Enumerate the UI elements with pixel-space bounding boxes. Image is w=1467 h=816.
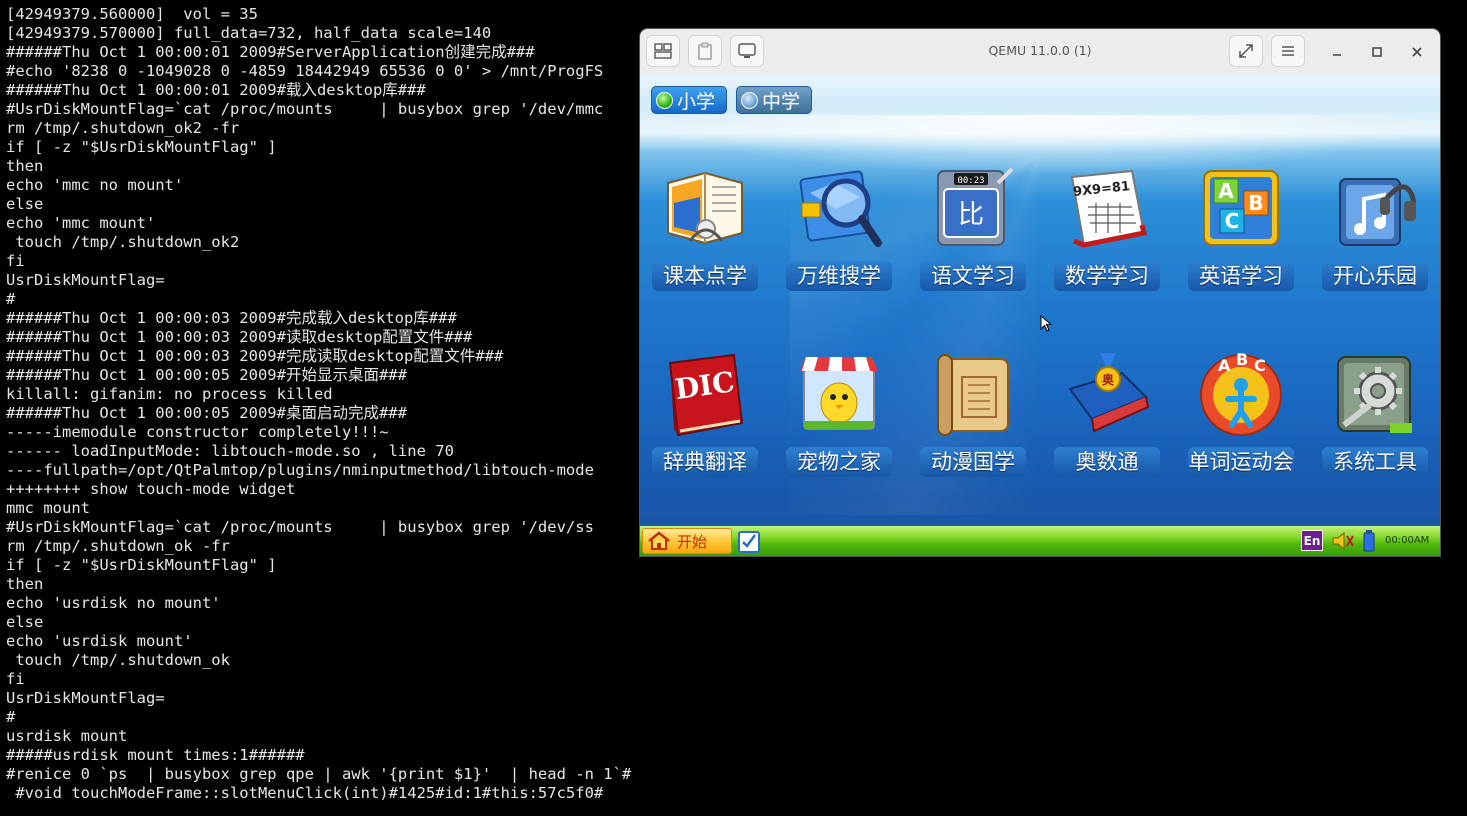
start-button[interactable]: 开始 <box>642 528 732 554</box>
menu-icon[interactable] <box>1271 35 1305 67</box>
app-web-search[interactable]: 万维搜学 <box>784 163 894 313</box>
app-olympiad-math[interactable]: 奥 奥数通 <box>1052 349 1162 499</box>
qemu-window[interactable]: QEMU 11.0.0 (1) 小学 中学 课本点学 万维搜学 00:23 比 … <box>640 29 1440 556</box>
notepad-icon[interactable] <box>738 529 760 553</box>
app-pet-home[interactable]: 宠物之家 <box>784 349 894 499</box>
app-math[interactable]: 9X9=81 数学学习 <box>1052 163 1162 313</box>
medal-book-icon: 奥 <box>1068 353 1150 433</box>
terminal-line: usrdisk mount <box>6 727 128 745</box>
math-book-icon: 9X9=81 <box>1070 169 1148 248</box>
music-headphones-icon <box>1339 178 1417 246</box>
scroll-icon <box>937 354 1009 436</box>
magnifier-icon <box>799 170 882 247</box>
app-label: 动漫国学 <box>920 447 1026 477</box>
app-dictionary[interactable]: DIC 辞典翻译 <box>650 349 760 499</box>
gear-tools-icon <box>1337 356 1412 433</box>
app-label: 单词运动会 <box>1188 447 1294 477</box>
maximize-icon[interactable] <box>1367 42 1387 62</box>
app-label: 课本点学 <box>652 261 758 291</box>
input-method-indicator[interactable]: En <box>1301 530 1323 551</box>
guest-screen[interactable]: 小学 中学 课本点学 万维搜学 00:23 比 语文学习 9X9=81 数学学习… <box>640 75 1440 556</box>
pet-chick-icon <box>800 357 878 430</box>
mouse-cursor-icon <box>1040 315 1053 332</box>
dictionary-icon: DIC <box>668 353 744 437</box>
terminal-line: else <box>6 613 44 631</box>
app-label: 奥数通 <box>1054 447 1160 477</box>
app-chinese[interactable]: 00:23 比 语文学习 <box>918 163 1028 313</box>
terminal-line: echo 'usrdisk mount' <box>6 632 193 650</box>
app-label: 系统工具 <box>1322 447 1428 477</box>
app-fun-park[interactable]: 开心乐园 <box>1320 163 1430 313</box>
app-label: 数学学习 <box>1054 261 1160 291</box>
app-anime-classics[interactable]: 动漫国学 <box>918 349 1028 499</box>
app-textbook[interactable]: 课本点学 <box>650 163 760 313</box>
svg-text:比: 比 <box>958 200 984 230</box>
svg-text:B: B <box>1236 350 1248 369</box>
start-label: 开始 <box>677 532 708 551</box>
app-label: 英语学习 <box>1188 261 1294 291</box>
app-word-sports[interactable]: A B C 单词运动会 <box>1186 349 1296 499</box>
terminal-line: #void touchModeFrame::slotMenuClick(int)… <box>6 784 604 802</box>
terminal-line: #####usrdisk mount times:1###### <box>6 746 305 764</box>
radio-unselected-icon <box>741 91 758 109</box>
app-system-tools[interactable]: 系统工具 <box>1320 349 1430 499</box>
terminal-line: touch /tmp/.shutdown_ok <box>6 651 230 669</box>
volume-muted-icon[interactable] <box>1331 530 1355 552</box>
terminal-line: #renice 0 `ps | busybox grep qpe | awk '… <box>6 765 632 783</box>
close-icon[interactable] <box>1407 42 1427 62</box>
svg-text:A: A <box>1218 179 1234 203</box>
svg-text:A: A <box>1218 356 1231 375</box>
terminal-line: fi <box>6 670 25 688</box>
app-english[interactable]: A B C 英语学习 <box>1186 163 1296 313</box>
timer-text: 00:23 <box>957 176 984 186</box>
abc-blocks-icon: A B C <box>1203 170 1279 246</box>
app-label: 辞典翻译 <box>652 447 758 477</box>
app-label: 万维搜学 <box>786 261 892 291</box>
tab-primary-label: 小学 <box>677 90 716 113</box>
home-icon <box>648 531 670 550</box>
terminal-line: then <box>6 575 44 593</box>
svg-text:C: C <box>1225 209 1240 233</box>
taskbar: 开始 En 00:00AM <box>640 526 1440 556</box>
terminal-line: echo 'usrdisk no mount' <box>6 594 221 612</box>
terminal-line: [42949379.560000] vol = 35 <box>6 5 258 23</box>
tab-middle-label: 中学 <box>762 90 801 113</box>
radio-selected-icon <box>656 91 673 109</box>
tab-middle-school[interactable]: 中学 <box>736 86 812 114</box>
terminal-line: # <box>6 708 16 726</box>
app-label: 开心乐园 <box>1322 261 1428 291</box>
battery-icon <box>1363 530 1375 552</box>
terminal-line: UsrDiskMountFlag= <box>6 689 165 707</box>
terminal-line: if [ -z "$UsrDiskMountFlag" ] <box>6 556 277 574</box>
minimize-icon[interactable] <box>1327 42 1347 62</box>
app-label: 语文学习 <box>920 261 1026 291</box>
svg-text:奥: 奥 <box>1102 372 1115 387</box>
svg-text:C: C <box>1254 356 1266 375</box>
abc-athlete-icon: A B C <box>1200 350 1282 436</box>
svg-text:B: B <box>1248 191 1263 215</box>
book-headphones-icon <box>667 171 743 245</box>
tab-primary-school[interactable]: 小学 <box>651 86 727 114</box>
window-title: QEMU 11.0.0 (1) <box>988 43 1092 58</box>
fullscreen-icon[interactable] <box>1229 35 1263 67</box>
app-label: 宠物之家 <box>786 447 892 477</box>
clock: 00:00AM <box>1385 535 1430 546</box>
chinese-tablet-icon: 00:23 比 <box>937 167 1014 246</box>
title-bar[interactable]: QEMU 11.0.0 (1) <box>640 29 1440 75</box>
